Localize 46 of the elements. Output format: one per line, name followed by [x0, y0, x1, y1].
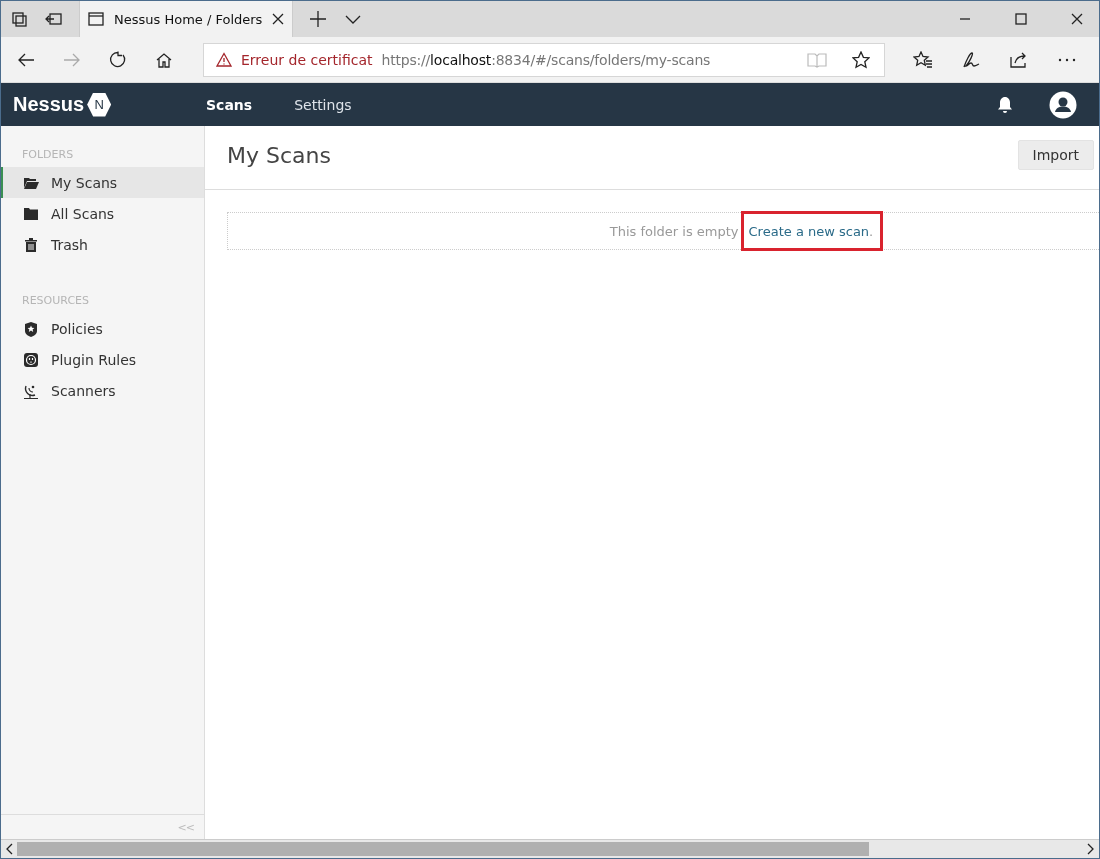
- nav-tab[interactable]: Scans: [206, 96, 253, 113]
- address-bar[interactable]: Erreur de certificat https://localhost:8834/#/scans/folders/my-scans: [203, 42, 885, 77]
- nav-tab[interactable]: Settings: [294, 96, 352, 113]
- logo-text: Nessus: [13, 93, 85, 116]
- empty-text: This folder is empty: [609, 223, 739, 239]
- section-heading: FOLDERS: [21, 148, 75, 163]
- chevron-down-icon[interactable]: [345, 14, 362, 24]
- sidebar-item[interactable]: All Scans: [1, 198, 204, 229]
- scroll-left-icon[interactable]: [5, 843, 13, 855]
- bell-icon[interactable]: [997, 96, 1013, 113]
- sidebar-item[interactable]: Trash: [1, 229, 204, 260]
- shield-star-icon: [23, 320, 39, 337]
- star-icon[interactable]: [852, 50, 870, 69]
- logo-badge: N: [87, 92, 112, 117]
- tabs-aside-icon[interactable]: [11, 11, 27, 27]
- warning-icon: [216, 52, 232, 67]
- sidebar-item[interactable]: My Scans: [1, 167, 204, 198]
- period-text: .: [869, 224, 874, 239]
- certificate-warning: Erreur de certificat: [241, 51, 373, 68]
- more-icon[interactable]: [1057, 56, 1077, 63]
- user-avatar-icon[interactable]: [1049, 90, 1077, 119]
- page-title: My Scans: [227, 143, 331, 168]
- close-icon[interactable]: [1071, 13, 1083, 25]
- create-scan-link[interactable]: Create a new scan: [748, 224, 870, 239]
- import-button[interactable]: Import: [1017, 139, 1094, 170]
- folder-icon: [23, 205, 39, 222]
- plug-icon: [23, 351, 39, 368]
- new-tab-icon[interactable]: [309, 10, 328, 28]
- back-icon[interactable]: [17, 51, 35, 68]
- sidebar-item[interactable]: Policies: [1, 313, 204, 344]
- sidebar-item[interactable]: Plugin Rules: [1, 344, 204, 375]
- scrollbar-thumb[interactable]: [17, 842, 869, 856]
- favorites-icon[interactable]: [913, 50, 933, 69]
- tab-preview-icon[interactable]: [45, 11, 63, 27]
- scroll-right-icon[interactable]: [1087, 843, 1095, 855]
- refresh-icon[interactable]: [109, 50, 127, 69]
- browser-tab[interactable]: Nessus Home / Folders: [79, 1, 294, 37]
- close-icon[interactable]: [272, 13, 285, 25]
- sidebar-item[interactable]: Scanners: [1, 375, 204, 406]
- page-icon: [88, 12, 104, 26]
- share-icon[interactable]: [1009, 50, 1029, 69]
- trash-icon: [23, 236, 39, 253]
- url-text: https://localhost:8834/#/scans/folders/my-scans: [381, 51, 711, 68]
- pen-icon[interactable]: [961, 50, 981, 69]
- section-heading: RESOURCES: [21, 294, 90, 309]
- maximize-icon[interactable]: [1015, 13, 1027, 25]
